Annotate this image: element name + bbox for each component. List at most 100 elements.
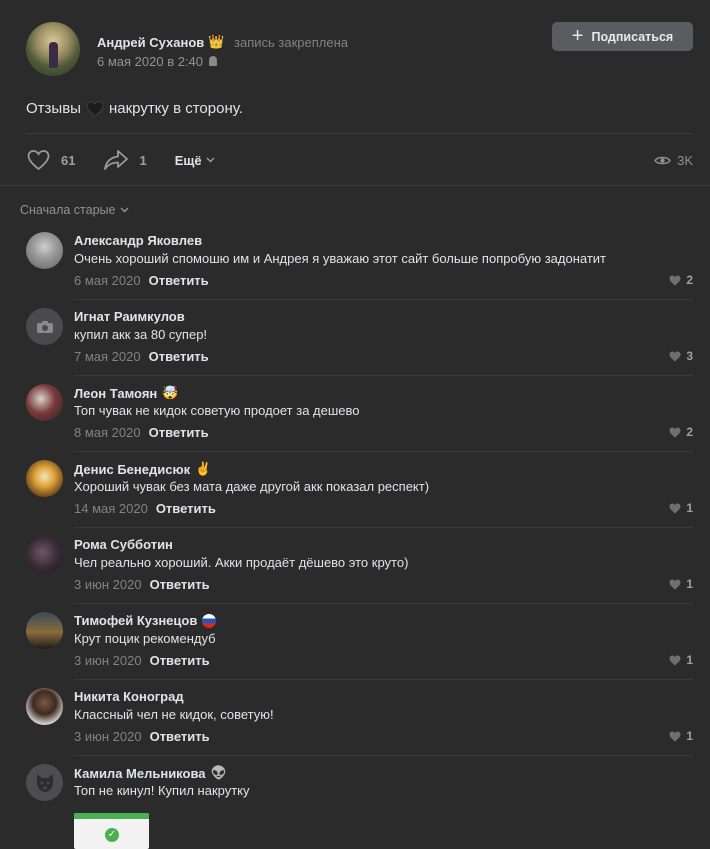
chevron-down-icon	[206, 157, 215, 163]
comment-meta: 7 мая 2020 Ответить	[74, 349, 209, 364]
like-button[interactable]: 61	[26, 149, 75, 171]
comment-date[interactable]: 3 июн 2020	[74, 653, 142, 668]
heart-icon	[27, 150, 50, 171]
comment-like-count: 1	[686, 653, 693, 667]
commenter-name-text[interactable]: Рома Субботин	[74, 537, 173, 552]
check-icon: ✓	[105, 828, 119, 842]
pinned-label: запись закреплена	[234, 35, 348, 50]
alien-emoji: 👽	[210, 765, 227, 780]
heart-icon	[669, 579, 681, 589]
attached-image[interactable]: ✓	[74, 813, 149, 849]
comment-date[interactable]: 8 мая 2020	[74, 425, 141, 440]
reply-button[interactable]: Ответить	[150, 729, 210, 744]
author-avatar[interactable]	[26, 22, 80, 76]
comment-text: Топ не кинул! Купил накрутку	[74, 783, 250, 798]
commenter-avatar[interactable]	[26, 232, 63, 269]
comment-text: Топ чувак не кидок советую продоет за де…	[74, 403, 360, 418]
commenter-name[interactable]: Камила Мельникова 👽	[74, 765, 227, 781]
comment-like-button[interactable]: 3	[669, 349, 693, 363]
comment-like-count: 1	[686, 577, 693, 591]
comment-date[interactable]: 14 мая 2020	[74, 501, 148, 516]
commenter-name-text[interactable]: Александр Яковлев	[74, 233, 202, 248]
comment-like-button[interactable]: 1	[669, 653, 693, 667]
commenter-name-text[interactable]: Тимофей Кузнецов	[74, 613, 197, 628]
comment-date[interactable]: 3 июн 2020	[74, 729, 142, 744]
camera-icon	[36, 320, 53, 333]
plus-icon: +	[571, 24, 584, 47]
commenter-name-text[interactable]: Денис Бенедисюк	[74, 462, 190, 477]
comment: Тимофей Кузнецов Крут поцик рекомендуб 3…	[0, 604, 710, 680]
post-date[interactable]: 6 мая 2020 в 2:40	[97, 54, 218, 69]
comment-like-count: 3	[686, 349, 693, 363]
android-icon	[208, 56, 218, 67]
commenter-avatar[interactable]	[26, 612, 63, 649]
comment: Никита Коноград Классный чел не кидок, с…	[0, 680, 710, 756]
commenter-name-text[interactable]: Камила Мельникова	[74, 766, 206, 781]
victory-hand-emoji: ✌	[195, 461, 212, 476]
reply-button[interactable]: Ответить	[150, 577, 210, 592]
post: Андрей Суханов 👑 запись закреплена 6 мая…	[0, 0, 710, 186]
author-name[interactable]: Андрей Суханов	[97, 35, 204, 50]
commenter-avatar[interactable]	[26, 688, 63, 725]
comment-like-button[interactable]: 1	[669, 729, 693, 743]
comment-meta: 14 мая 2020 Ответить	[74, 501, 216, 516]
commenter-avatar[interactable]	[26, 384, 63, 421]
commenter-avatar[interactable]	[26, 308, 63, 345]
comment-meta: 3 июн 2020 Ответить	[74, 729, 210, 744]
subscribe-button[interactable]: + Подписаться	[552, 22, 693, 51]
commenter-name-text[interactable]: Игнат Раимкулов	[74, 309, 185, 324]
commenter-name[interactable]: Александр Яковлев	[74, 233, 202, 248]
reply-button[interactable]: Ответить	[149, 273, 209, 288]
reply-button[interactable]: Ответить	[149, 349, 209, 364]
commenter-name[interactable]: Денис Бенедисюк ✌	[74, 461, 211, 477]
comment-like-count: 1	[686, 501, 693, 515]
comment-like-button[interactable]: 2	[669, 425, 693, 439]
comment-text: Крут поцик рекомендуб	[74, 631, 216, 646]
eye-icon	[654, 156, 671, 164]
comment-date[interactable]: 3 июн 2020	[74, 577, 142, 592]
heart-icon	[669, 427, 681, 437]
comment-date[interactable]: 6 мая 2020	[74, 273, 141, 288]
post-text-before: Отзывы	[26, 100, 81, 117]
views-counter: 3K	[654, 153, 693, 168]
comment-like-button[interactable]: 1	[669, 501, 693, 515]
reply-button[interactable]: Ответить	[156, 501, 216, 516]
post-author[interactable]: Андрей Суханов 👑	[97, 34, 224, 50]
sort-dropdown[interactable]: Сначала старые	[20, 203, 129, 217]
image-status-bar	[74, 813, 149, 819]
comment: Рома Субботин Чел реально хороший. Акки …	[0, 528, 710, 604]
divider	[26, 133, 693, 134]
commenter-name-text[interactable]: Леон Тамоян	[74, 386, 157, 401]
comment: Игнат Раимкулов купил акк за 80 супер! 7…	[0, 300, 710, 376]
comment-like-button[interactable]: 1	[669, 577, 693, 591]
reply-button[interactable]: Ответить	[149, 425, 209, 440]
crown-icon: 👑	[208, 34, 225, 49]
comment-text: Хороший чувак без мата даже другой акк п…	[74, 479, 430, 494]
commenter-avatar[interactable]	[26, 764, 63, 801]
comment-meta: 3 июн 2020 Ответить	[74, 653, 210, 668]
commenter-name[interactable]: Леон Тамоян 🤯	[74, 385, 178, 401]
heart-icon	[669, 351, 681, 361]
commenter-avatar[interactable]	[26, 536, 63, 573]
more-button[interactable]: Ещё	[175, 153, 215, 168]
comment: Александр Яковлев Очень хороший спомошю …	[0, 224, 710, 300]
comment-text: Чел реально хороший. Акки продаёт дёшево…	[74, 555, 409, 570]
chevron-down-icon	[120, 207, 129, 213]
comment-like-button[interactable]: 2	[669, 273, 693, 287]
commenter-avatar[interactable]	[26, 460, 63, 497]
comment: Денис Бенедисюк ✌ Хороший чувак без мата …	[0, 452, 710, 528]
reply-button[interactable]: Ответить	[150, 653, 210, 668]
more-label: Ещё	[174, 152, 202, 168]
comment-date[interactable]: 7 мая 2020	[74, 349, 141, 364]
share-button[interactable]: 1	[103, 149, 147, 171]
comment-text: купил акк за 80 супер!	[74, 327, 208, 342]
commenter-name[interactable]: Тимофей Кузнецов	[74, 613, 217, 628]
commenter-name-text[interactable]: Никита Коноград	[74, 689, 184, 704]
commenter-name[interactable]: Рома Субботин	[74, 537, 173, 552]
commenter-name[interactable]: Игнат Раимкулов	[74, 309, 185, 324]
post-date-text[interactable]: 6 мая 2020 в 2:40	[97, 54, 203, 69]
comment: Леон Тамоян 🤯 Топ чувак не кидок советую …	[0, 376, 710, 452]
commenter-name[interactable]: Никита Коноград	[74, 689, 184, 704]
subscribe-label: Подписаться	[591, 29, 674, 44]
comment-list: Александр Яковлев Очень хороший спомошю …	[0, 224, 710, 832]
